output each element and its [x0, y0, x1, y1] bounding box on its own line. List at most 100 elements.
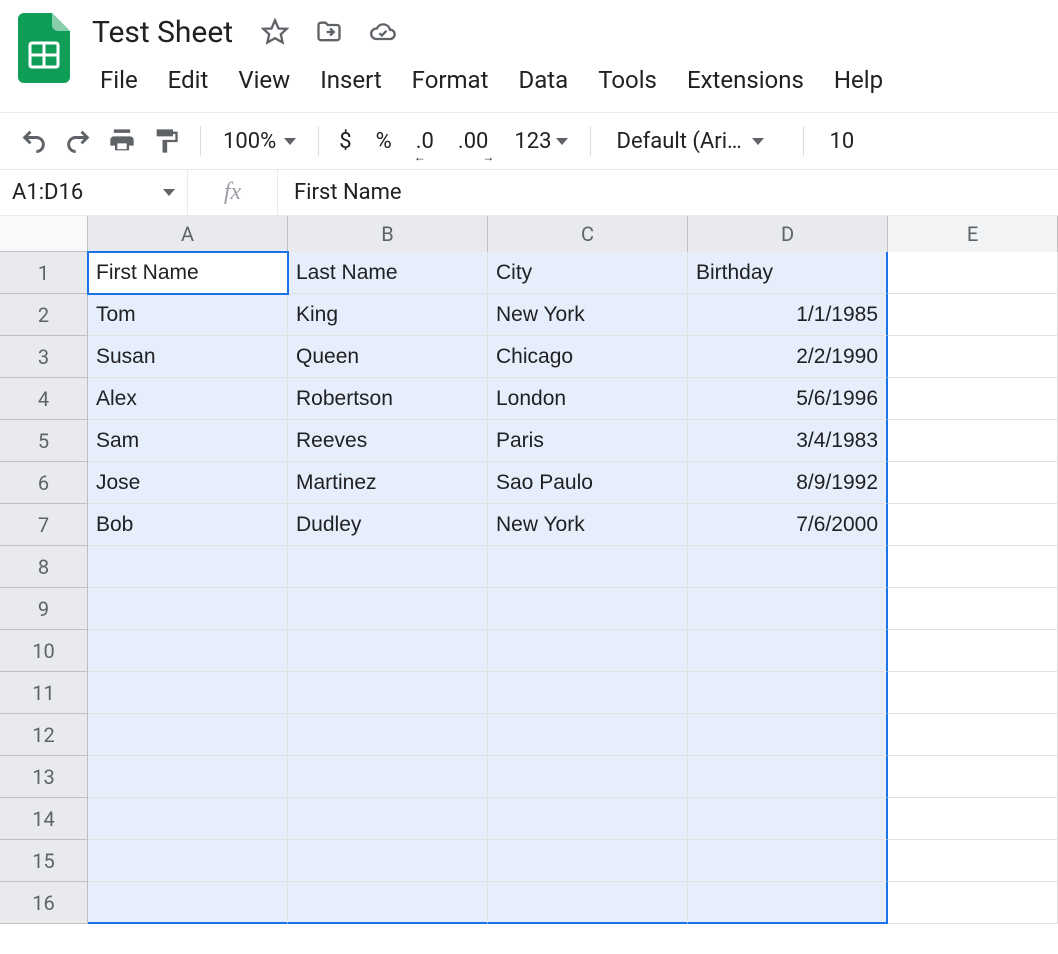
- select-all-corner[interactable]: [0, 216, 88, 252]
- cell[interactable]: 3/4/1983: [688, 420, 888, 462]
- cell[interactable]: 7/6/2000: [688, 504, 888, 546]
- increase-decimal-button[interactable]: .00 →: [454, 129, 493, 154]
- cell[interactable]: Dudley: [288, 504, 488, 546]
- cell[interactable]: [288, 714, 488, 756]
- cell[interactable]: City: [488, 252, 688, 294]
- menu-edit[interactable]: Edit: [154, 60, 223, 100]
- sheets-logo-icon[interactable]: [16, 10, 72, 86]
- cell[interactable]: Tom: [88, 294, 288, 336]
- cell[interactable]: [488, 840, 688, 882]
- row-header[interactable]: 11: [0, 672, 88, 714]
- cell[interactable]: Last Name: [288, 252, 488, 294]
- cell[interactable]: First Name: [88, 252, 288, 294]
- row-header[interactable]: 3: [0, 336, 88, 378]
- cell[interactable]: [488, 588, 688, 630]
- cell[interactable]: [888, 588, 1058, 630]
- row-header[interactable]: 15: [0, 840, 88, 882]
- cell[interactable]: [288, 840, 488, 882]
- cell[interactable]: New York: [488, 504, 688, 546]
- cell[interactable]: [88, 756, 288, 798]
- cell[interactable]: [888, 294, 1058, 336]
- cell[interactable]: [288, 756, 488, 798]
- cell[interactable]: [88, 840, 288, 882]
- row-header[interactable]: 2: [0, 294, 88, 336]
- cell[interactable]: Queen: [288, 336, 488, 378]
- cell[interactable]: [888, 756, 1058, 798]
- column-header-d[interactable]: D: [688, 216, 888, 252]
- cell[interactable]: [888, 378, 1058, 420]
- cell[interactable]: 8/9/1992: [688, 462, 888, 504]
- formula-input[interactable]: First Name: [278, 170, 1058, 215]
- cell[interactable]: Sam: [88, 420, 288, 462]
- font-family-dropdown[interactable]: Default (Ari…: [607, 129, 787, 154]
- cell[interactable]: Jose: [88, 462, 288, 504]
- row-header[interactable]: 1: [0, 252, 88, 294]
- column-header-a[interactable]: A: [88, 216, 288, 252]
- paint-format-icon[interactable]: [148, 123, 184, 159]
- cell[interactable]: Susan: [88, 336, 288, 378]
- format-percent-button[interactable]: %: [372, 129, 396, 154]
- cell[interactable]: London: [488, 378, 688, 420]
- cell[interactable]: [688, 546, 888, 588]
- format-currency-button[interactable]: $: [335, 129, 355, 154]
- star-icon[interactable]: [257, 14, 293, 50]
- row-header[interactable]: 16: [0, 882, 88, 924]
- cell[interactable]: [88, 714, 288, 756]
- cell[interactable]: [688, 798, 888, 840]
- print-icon[interactable]: [104, 123, 140, 159]
- menu-file[interactable]: File: [86, 60, 152, 100]
- zoom-dropdown[interactable]: 100%: [217, 129, 302, 154]
- cell[interactable]: Paris: [488, 420, 688, 462]
- cell[interactable]: Robertson: [288, 378, 488, 420]
- cell[interactable]: [688, 630, 888, 672]
- document-title[interactable]: Test Sheet: [86, 13, 239, 52]
- row-header[interactable]: 13: [0, 756, 88, 798]
- cell[interactable]: [488, 630, 688, 672]
- cell[interactable]: 5/6/1996: [688, 378, 888, 420]
- cell[interactable]: [488, 882, 688, 924]
- cell[interactable]: Alex: [88, 378, 288, 420]
- cell[interactable]: [888, 462, 1058, 504]
- row-header[interactable]: 12: [0, 714, 88, 756]
- row-header[interactable]: 7: [0, 504, 88, 546]
- cell[interactable]: Martinez: [288, 462, 488, 504]
- row-header[interactable]: 8: [0, 546, 88, 588]
- cell[interactable]: [888, 882, 1058, 924]
- cell[interactable]: [688, 672, 888, 714]
- decrease-decimal-button[interactable]: .0 ←: [412, 129, 438, 154]
- cell[interactable]: Reeves: [288, 420, 488, 462]
- cell[interactable]: [488, 798, 688, 840]
- font-size-input[interactable]: 10: [820, 129, 865, 154]
- cell[interactable]: [888, 630, 1058, 672]
- row-header[interactable]: 5: [0, 420, 88, 462]
- cell[interactable]: [888, 798, 1058, 840]
- cell[interactable]: [688, 756, 888, 798]
- column-header-e[interactable]: E: [888, 216, 1058, 252]
- menu-format[interactable]: Format: [398, 60, 503, 100]
- cell[interactable]: Bob: [88, 504, 288, 546]
- cell[interactable]: [888, 252, 1058, 294]
- menu-help[interactable]: Help: [820, 60, 897, 100]
- cell[interactable]: [488, 756, 688, 798]
- redo-icon[interactable]: [60, 123, 96, 159]
- cell[interactable]: [88, 630, 288, 672]
- cell[interactable]: [488, 546, 688, 588]
- row-header[interactable]: 10: [0, 630, 88, 672]
- cell[interactable]: [888, 504, 1058, 546]
- cell[interactable]: [288, 630, 488, 672]
- cell[interactable]: [88, 798, 288, 840]
- cell[interactable]: [688, 882, 888, 924]
- cell[interactable]: King: [288, 294, 488, 336]
- cell[interactable]: [488, 714, 688, 756]
- row-header[interactable]: 6: [0, 462, 88, 504]
- name-box[interactable]: A1:D16: [0, 170, 188, 215]
- cell[interactable]: [888, 420, 1058, 462]
- cell[interactable]: [688, 714, 888, 756]
- column-header-b[interactable]: B: [288, 216, 488, 252]
- cell[interactable]: [888, 546, 1058, 588]
- cell[interactable]: Birthday: [688, 252, 888, 294]
- menu-extensions[interactable]: Extensions: [673, 60, 818, 100]
- cell[interactable]: [88, 882, 288, 924]
- move-to-folder-icon[interactable]: [311, 14, 347, 50]
- cell[interactable]: [88, 546, 288, 588]
